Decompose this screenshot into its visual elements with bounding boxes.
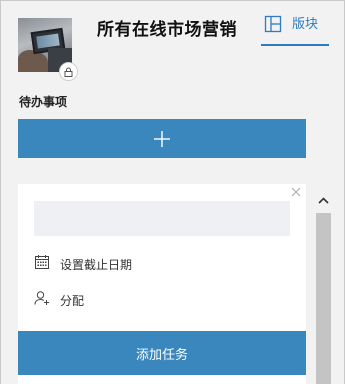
board-layout-icon xyxy=(264,15,282,37)
bucket-title: 待办事项 xyxy=(19,95,68,109)
due-date-label: 设置截止日期 xyxy=(60,257,133,272)
tab-board[interactable]: 版块 xyxy=(261,13,329,46)
assign-button[interactable]: 分配 xyxy=(34,290,84,310)
scroll-up-chevron-icon[interactable] xyxy=(315,187,332,213)
set-due-date-button[interactable]: 设置截止日期 xyxy=(34,254,132,274)
tab-board-label: 版块 xyxy=(292,17,319,32)
plus-icon xyxy=(154,130,170,147)
close-icon[interactable] xyxy=(290,186,302,198)
submit-task-button[interactable]: 添加任务 xyxy=(18,331,306,375)
scrollbar-thumb[interactable] xyxy=(316,213,331,384)
assign-label: 分配 xyxy=(60,293,85,308)
lock-icon xyxy=(59,62,78,81)
calendar-icon xyxy=(34,254,50,274)
group-title: 所有在线市场营销 xyxy=(97,20,237,40)
new-task-card: 设置截止日期 分配 添加任务 xyxy=(18,184,306,384)
add-task-button[interactable] xyxy=(18,119,306,158)
planner-panel: 所有在线市场营销 版块 待办事项 设置截止日期 分配 添加任务 xyxy=(0,0,345,384)
vertical-scrollbar[interactable] xyxy=(315,187,332,384)
add-person-icon xyxy=(34,290,50,310)
task-name-input[interactable] xyxy=(34,201,290,236)
